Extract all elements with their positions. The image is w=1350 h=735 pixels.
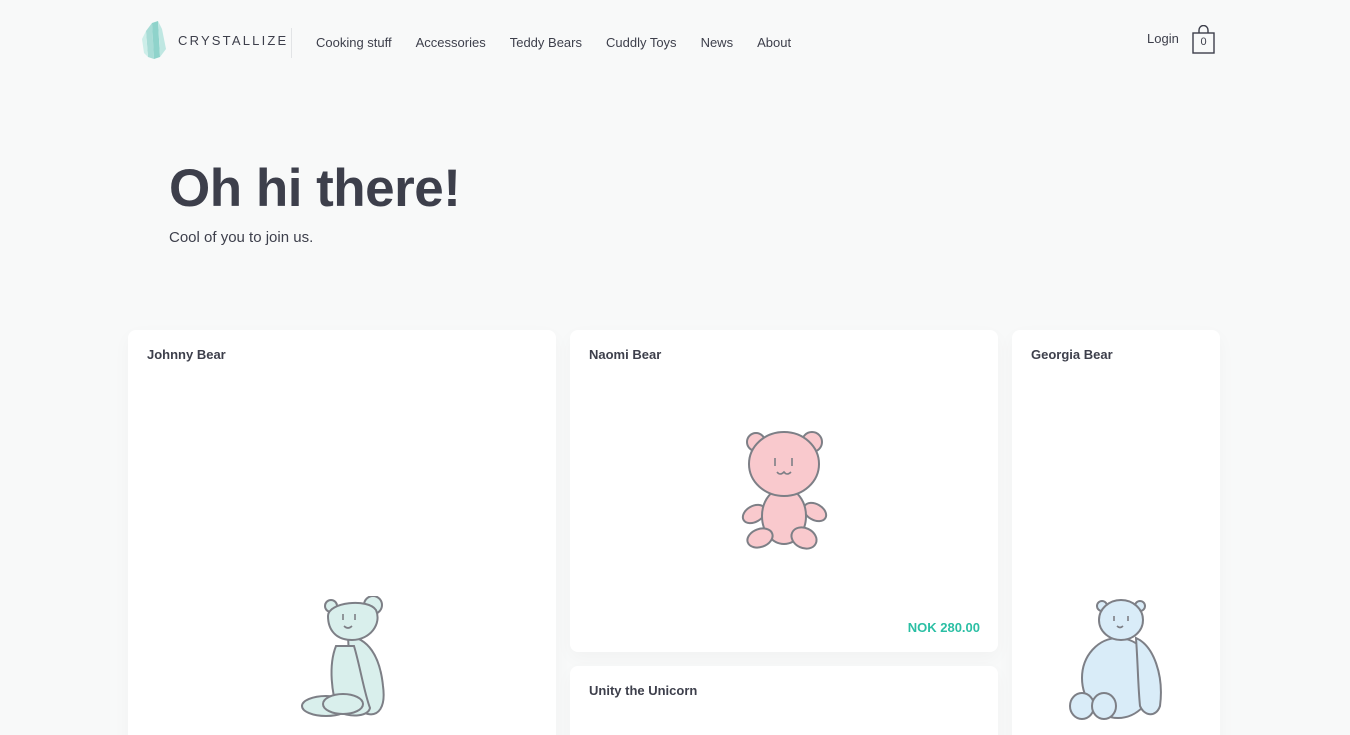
hero-title: Oh hi there! bbox=[169, 159, 461, 218]
crystal-icon bbox=[142, 21, 166, 59]
product-card-georgia-bear[interactable]: Georgia Bear bbox=[1012, 330, 1220, 735]
hero-subtitle: Cool of you to join us. bbox=[169, 229, 314, 246]
nav-cooking-stuff[interactable]: Cooking stuff bbox=[316, 35, 392, 50]
login-link[interactable]: Login bbox=[1147, 31, 1179, 46]
product-name: Unity the Unicorn bbox=[589, 683, 698, 698]
georgia-bear-image bbox=[1069, 599, 1162, 720]
crystallize-logo[interactable]: CRYSTALLIZE bbox=[142, 19, 288, 61]
nav-news[interactable]: News bbox=[701, 35, 734, 50]
product-card-johnny-bear[interactable]: Johnny Bear bbox=[128, 330, 556, 735]
nav-accessories[interactable]: Accessories bbox=[416, 35, 486, 50]
product-card-unity-the-unicorn[interactable]: Unity the Unicorn bbox=[570, 666, 998, 735]
cart-button[interactable]: 0 bbox=[1192, 24, 1215, 54]
naomi-bear-image bbox=[741, 431, 828, 550]
header-divider bbox=[291, 28, 292, 58]
logo-text: CRYSTALLIZE bbox=[178, 32, 289, 48]
site-header: CRYSTALLIZE Cooking stuff Accessories Te… bbox=[0, 0, 1350, 86]
product-name: Georgia Bear bbox=[1031, 347, 1113, 362]
nav-teddy-bears[interactable]: Teddy Bears bbox=[510, 35, 582, 50]
main-nav: Cooking stuff Accessories Teddy Bears Cu… bbox=[316, 35, 815, 50]
johnny-bear-image bbox=[301, 596, 385, 717]
product-card-naomi-bear[interactable]: Naomi Bear NOK 280.00 bbox=[570, 330, 998, 652]
product-name: Johnny Bear bbox=[147, 347, 226, 362]
product-price: NOK 280.00 bbox=[907, 620, 980, 635]
product-name: Naomi Bear bbox=[589, 347, 662, 362]
cart-count: 0 bbox=[1200, 36, 1207, 48]
nav-about[interactable]: About bbox=[757, 35, 791, 50]
nav-cuddly-toys[interactable]: Cuddly Toys bbox=[606, 35, 677, 50]
